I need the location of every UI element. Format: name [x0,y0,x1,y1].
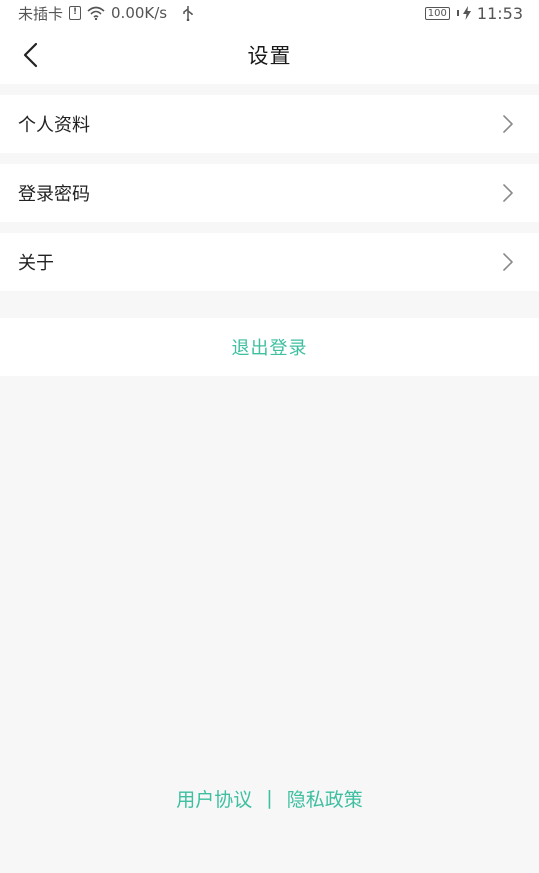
usb-icon [183,6,193,21]
menu-item-about[interactable]: 关于 [0,233,539,291]
battery-icon: 100 [424,6,450,20]
logout-button[interactable]: 退出登录 [0,318,539,376]
user-agreement-link[interactable]: 用户协议 [176,785,252,812]
privacy-policy-link[interactable]: 隐私政策 [287,785,363,812]
chevron-left-icon [23,42,38,68]
sim-alert-icon: ! [69,6,82,20]
menu-item-password[interactable]: 登录密码 [0,164,539,222]
status-left: 未插卡 ! 0.00K/s [18,3,195,24]
page-title: 设置 [247,44,292,68]
status-right: 100 11:53 [424,3,523,23]
footer-links: 用户协议 | 隐私政策 [0,782,539,814]
chevron-right-icon [503,253,513,271]
clock-text: 11:53 [476,3,523,23]
menu-item-label: 登录密码 [18,184,90,205]
footer-separator: | [266,787,273,809]
status-bar: 未插卡 ! 0.00K/s 100 11:53 [0,0,539,26]
nav-bar: 设置 [0,26,539,84]
wifi-icon [87,6,105,20]
menu-item-profile[interactable]: 个人资料 [0,95,539,153]
logout-label: 退出登录 [231,338,308,359]
menu-item-label: 关于 [18,253,54,274]
menu-item-label: 个人资料 [18,115,90,136]
chevron-right-icon [503,115,513,133]
carrier-text: 未插卡 [18,4,64,23]
battery-tip [456,10,459,16]
back-button[interactable] [12,36,48,74]
chevron-right-icon [503,184,513,202]
charging-icon [462,6,471,20]
battery-level: 100 [427,7,447,19]
net-speed-text: 0.00K/s [111,4,168,22]
